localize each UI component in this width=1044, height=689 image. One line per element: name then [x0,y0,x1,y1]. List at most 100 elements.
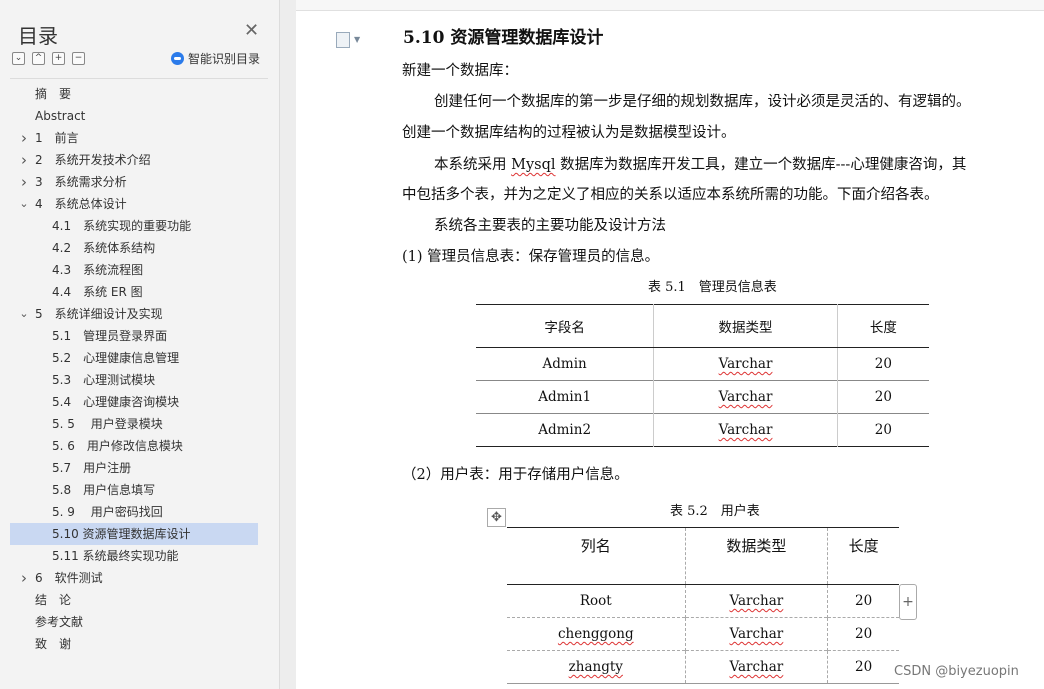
toc-item[interactable]: › 6 软件测试 [10,567,258,589]
toc-item-label: 5. 5 用户登录模块 [52,417,163,431]
table-row: Root Varchar 20 [507,584,899,618]
toc-toolbar: ⌄ ^ + − [12,52,85,65]
toc-item[interactable]: 5.8 用户信息填写 [10,479,258,501]
toc-item-label: 5.7 用户注册 [52,461,132,475]
toc-item-label: 6 软件测试 [35,571,103,585]
toc-item[interactable]: 摘 要 [10,83,258,105]
chevron-right-icon[interactable]: › [18,127,30,149]
table-cell: Admin1 [476,380,654,414]
toc-item-label: 5. 6 用户修改信息模块 [52,439,183,453]
toc-item[interactable]: 5. 9 用户密码找回 [10,501,258,523]
toc-item[interactable]: 5.7 用户注册 [10,457,258,479]
table-cell: 20 [827,617,899,651]
add-level-icon[interactable]: + [52,52,65,65]
toc-item[interactable]: ⌄ 4 系统总体设计 [10,193,258,215]
column-header: 数据类型 [684,527,828,585]
table-cell: 20 [836,347,929,381]
column-header: 字段名 [476,304,654,348]
paragraph-system-line1: 本系统采用 Mysql 数据库为数据库开发工具，建立一个数据库---心理健康咨询… [434,153,966,174]
toc-item-label: 5.3 心理测试模块 [52,373,156,387]
table-cell: 20 [836,413,929,447]
table-row: Admin Varchar 20 [476,347,929,381]
toc-item-label: 5.8 用户信息填写 [52,483,156,497]
toc-item[interactable]: ⌄ 5 系统详细设计及实现 [10,303,258,325]
toc-item[interactable]: 4.4 系统 ER 图 [10,281,258,303]
toc-item-label: 致 谢 [35,637,72,651]
toc-item[interactable]: 5.11 系统最终实现功能 [10,545,258,567]
toc-item[interactable]: 5.10 资源管理数据库设计 [10,523,258,545]
paragraph-user-table: （2）用户表：用于存储用户信息。 [402,467,629,483]
table-cell: Varchar [653,413,838,447]
table2-caption: 表 5.2 用户表 [670,504,760,519]
toc-item-label: 5 系统详细设计及实现 [35,307,163,321]
toc-item[interactable]: 4.3 系统流程图 [10,259,258,281]
toc-item-label: 4.2 系统体系结构 [52,241,156,255]
paragraph-system-line2: 中包括多个表，并为之定义了相应的关系以适应本系统所需的功能。下面介绍各表。 [402,187,939,203]
paragraph-tables-intro: 系统各主要表的主要功能及设计方法 [434,218,666,234]
chevron-right-icon[interactable]: › [18,567,30,589]
collapse-all-icon[interactable]: ⌄ [12,52,25,65]
toc-item[interactable]: › 1 前言 [10,127,258,149]
smart-recognize-icon [171,52,184,65]
table-cell: Root [507,584,686,618]
smart-toc-button[interactable]: 智能识别目录 [171,50,260,67]
toc-item[interactable]: Abstract [10,105,258,127]
expand-up-icon[interactable]: ^ [32,52,45,65]
toc-item[interactable]: 5.1 管理员登录界面 [10,325,258,347]
table-cell: 20 [827,650,899,684]
spellcheck-word: Mysql [511,157,556,173]
cell-text: zhangty [568,659,623,675]
table-cell: Varchar [684,584,828,618]
cell-text: Varchar [729,593,784,609]
column-header: 长度 [827,527,899,585]
table-cell: Varchar [653,380,838,414]
document-icon[interactable] [336,32,350,48]
table-cell: Varchar [653,347,838,381]
toc-item-label: 5.10 资源管理数据库设计 [52,527,191,541]
remove-level-icon[interactable]: − [72,52,85,65]
chevron-down-icon[interactable]: ⌄ [18,303,30,325]
paragraph-plan-line2: 创建一个数据库结构的过程被认为是数据模型设计。 [402,125,736,141]
column-header: 长度 [836,304,929,348]
chevron-down-icon[interactable]: ▼ [354,35,360,44]
toc-item-label: 3 系统需求分析 [35,175,127,189]
cell-text: 20 [854,659,873,675]
watermark: CSDN @biyezuopin [894,664,1019,679]
toc-item[interactable]: › 3 系统需求分析 [10,171,258,193]
cell-text: 20 [874,356,892,372]
toc-item[interactable]: 5.4 心理健康咨询模块 [10,391,258,413]
toc-item[interactable]: 5. 6 用户修改信息模块 [10,435,258,457]
toc-item-label: 参考文献 [35,615,84,629]
toc-item[interactable]: 4.1 系统实现的重要功能 [10,215,258,237]
toc-item[interactable]: 5. 5 用户登录模块 [10,413,258,435]
toc-item[interactable]: 5.3 心理测试模块 [10,369,258,391]
toc-item[interactable]: 参考文献 [10,611,258,633]
cell-text: Varchar [729,626,784,642]
cell-text: Admin2 [538,422,592,438]
toc-item[interactable]: 4.2 系统体系结构 [10,237,258,259]
cell-text: 20 [854,593,873,609]
chevron-right-icon[interactable]: › [18,171,30,193]
add-icon[interactable]: + [899,584,917,620]
toc-item[interactable]: › 2 系统开发技术介绍 [10,149,258,171]
toc-item-label: 5.1 管理员登录界面 [52,329,168,343]
table-row: Admin2 Varchar 20 [476,413,929,447]
toc-item[interactable]: 5.2 心理健康信息管理 [10,347,258,369]
cell-text: Varchar [718,422,773,438]
toc-item-label: 5. 9 用户密码找回 [52,505,163,519]
toc-item-label: 摘 要 [35,87,72,101]
cell-text: Varchar [729,659,784,675]
close-icon[interactable]: ✕ [244,22,259,40]
toc-item-label: 5.4 心理健康咨询模块 [52,395,180,409]
cell-text: Admin [542,356,587,372]
toc-item[interactable]: 致 谢 [10,633,258,655]
move-icon[interactable]: ✥ [487,508,506,527]
text-span: 数据库为数据库开发工具，建立一个数据库---心理健康咨询，其 [555,157,967,173]
table-cell: Admin2 [476,413,654,447]
user-table: 列名 数据类型 长度 Root Varchar 20 chenggong Varchar 20… [507,527,899,684]
chevron-right-icon[interactable]: › [18,149,30,171]
toc-item[interactable]: 结 论 [10,589,258,611]
chevron-down-icon[interactable]: ⌄ [18,193,30,215]
cell-text: 20 [854,626,873,642]
toc-item-label: 2 系统开发技术介绍 [35,153,151,167]
